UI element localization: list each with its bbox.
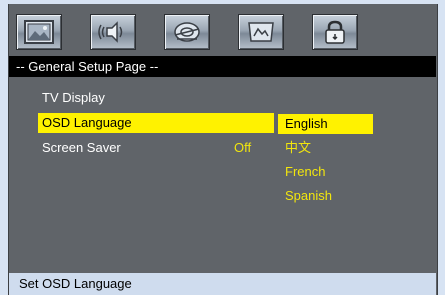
- audio-setup-tab[interactable]: [90, 14, 136, 50]
- status-bar: Set OSD Language: [9, 273, 436, 295]
- menu-item-screen-saver[interactable]: Screen Saver Off: [38, 138, 274, 158]
- setup-toolbar: [16, 12, 426, 52]
- audio-speaker-icon: [98, 20, 128, 44]
- picture-frame-icon: [246, 20, 276, 44]
- language-option-chinese[interactable]: 中文: [278, 138, 373, 158]
- preference-setup-tab[interactable]: [312, 14, 358, 50]
- dolby-setup-tab[interactable]: [164, 14, 210, 50]
- general-setup-tab[interactable]: [16, 14, 62, 50]
- menu-item-label: TV Display: [42, 90, 105, 105]
- disc-icon: [172, 20, 202, 44]
- language-option-french[interactable]: French: [278, 162, 373, 182]
- menu-item-tv-display[interactable]: TV Display: [38, 88, 274, 108]
- menu-item-label: OSD Language: [42, 115, 132, 130]
- language-option-spanish[interactable]: Spanish: [278, 186, 373, 206]
- lock-icon: [320, 20, 350, 44]
- video-setup-tab[interactable]: [238, 14, 284, 50]
- menu-item-osd-language[interactable]: OSD Language: [38, 113, 274, 133]
- screen-saver-value: Off: [234, 140, 252, 155]
- page-title: -- General Setup Page --: [9, 56, 436, 77]
- language-option-english[interactable]: English: [278, 114, 373, 134]
- language-options-list: English 中文 French Spanish: [278, 114, 373, 210]
- menu-item-label: Screen Saver: [42, 140, 121, 155]
- landscape-picture-icon: [24, 20, 54, 44]
